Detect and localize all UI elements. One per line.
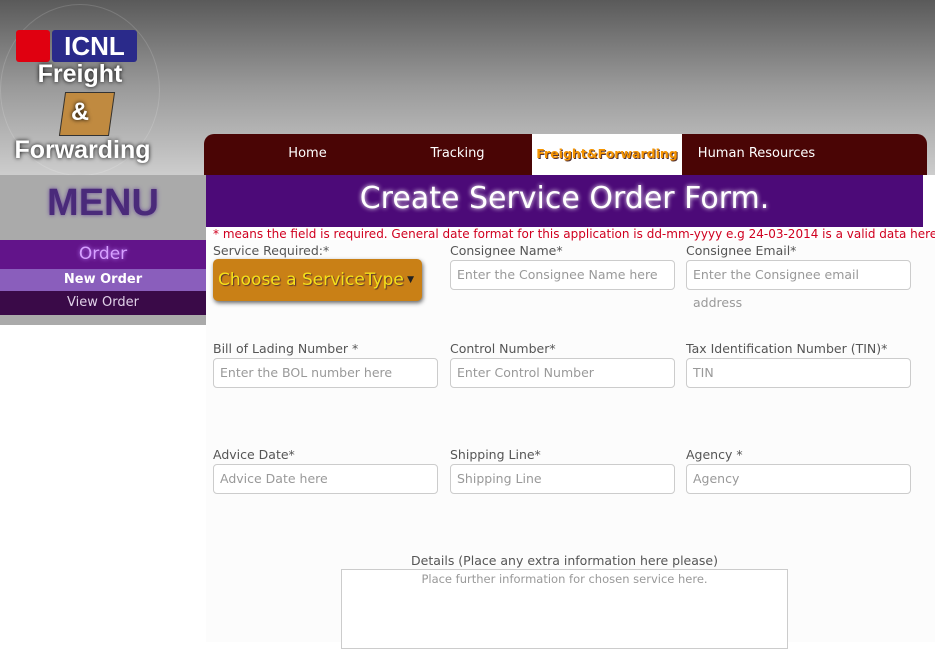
agency-label: Agency * bbox=[686, 447, 743, 462]
shipping-line-label: Shipping Line* bbox=[450, 447, 541, 462]
nav-human-resources[interactable]: Human Resources bbox=[694, 134, 819, 175]
shipping-line-input[interactable]: Shipping Line bbox=[450, 464, 675, 494]
advice-date-input[interactable]: Advice Date here bbox=[213, 464, 438, 494]
control-number-label: Control Number* bbox=[450, 341, 556, 356]
sidebar-section-order[interactable]: Order bbox=[0, 240, 206, 269]
main-nav: Home Tracking Freight&Forwarding Human R… bbox=[204, 134, 927, 175]
nav-home[interactable]: Home bbox=[244, 134, 371, 175]
logo-brand: ICNL bbox=[52, 30, 137, 62]
bol-input[interactable]: Enter the BOL number here bbox=[213, 358, 438, 388]
tin-input[interactable]: TIN bbox=[686, 358, 911, 388]
chevron-down-icon: ▼ bbox=[407, 275, 414, 285]
consignee-name-label: Consignee Name* bbox=[450, 243, 563, 258]
logo-line1: Freight bbox=[37, 60, 123, 88]
tin-label: Tax Identification Number (TIN)* bbox=[686, 341, 888, 356]
nav-freight-forwarding[interactable]: Freight&Forwarding bbox=[532, 134, 682, 175]
service-type-select[interactable]: Choose a ServiceType ▼ bbox=[213, 259, 422, 301]
sidebar-item-view-order[interactable]: View Order bbox=[0, 291, 206, 315]
consignee-email-label: Consignee Email* bbox=[686, 243, 797, 258]
service-type-value: Choose a ServiceType bbox=[218, 270, 404, 290]
page-title: Create Service Order Form. bbox=[206, 175, 923, 227]
agency-input[interactable]: Agency bbox=[686, 464, 911, 494]
consignee-name-input[interactable]: Enter the Consignee Name here bbox=[450, 260, 675, 290]
advice-date-label: Advice Date* bbox=[213, 447, 295, 462]
service-label: Service Required:* bbox=[213, 243, 330, 258]
nav-tracking[interactable]: Tracking bbox=[394, 134, 521, 175]
details-label: Details (Place any extra information her… bbox=[411, 553, 718, 568]
menu-title: MENU bbox=[47, 182, 159, 224]
required-note: * means the field is required. General d… bbox=[213, 227, 935, 241]
details-textarea[interactable]: Place further information for chosen ser… bbox=[341, 569, 788, 649]
consignee-email-input[interactable]: Enter the Consignee email address bbox=[686, 260, 911, 310]
logo-line2: & bbox=[70, 98, 90, 126]
sidebar-item-new-order[interactable]: New Order bbox=[0, 269, 206, 291]
logo-red-block bbox=[16, 30, 50, 62]
control-number-input[interactable]: Enter Control Number bbox=[450, 358, 675, 388]
logo-line3: Forwarding bbox=[14, 136, 151, 164]
bol-label: Bill of Lading Number * bbox=[213, 341, 359, 356]
